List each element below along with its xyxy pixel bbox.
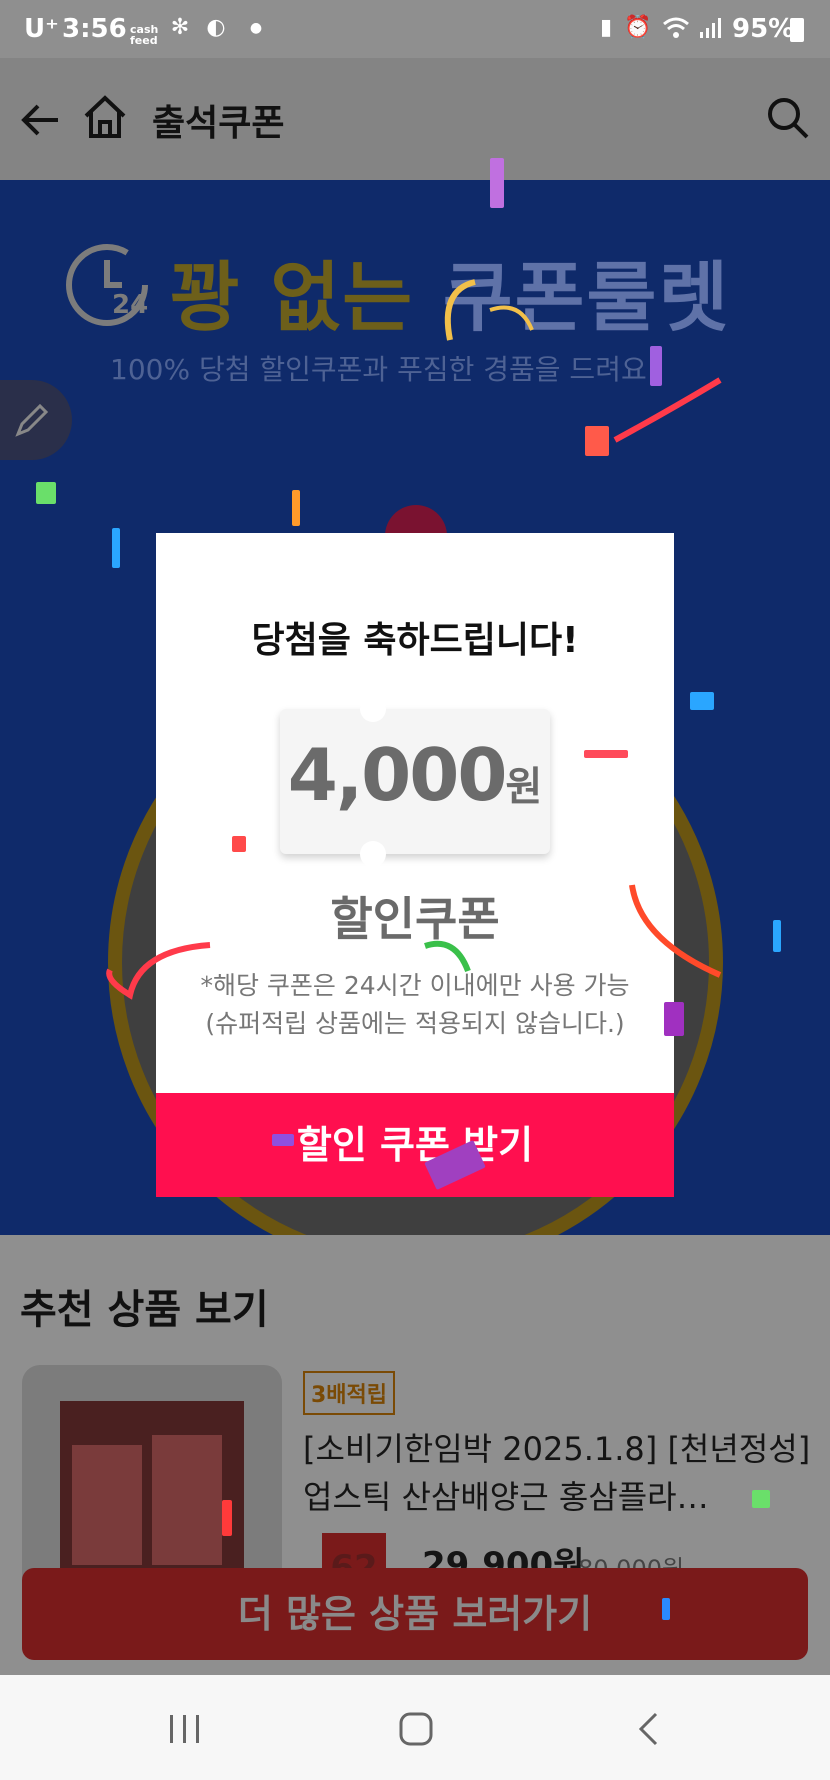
battery-icon xyxy=(790,18,804,42)
back-nav-icon[interactable] xyxy=(636,1711,660,1751)
note-line-2: (슈퍼적립 상품에는 적용되지 않습니다.) xyxy=(205,1009,625,1038)
headline-part1: 꽝 없는 xyxy=(170,253,415,342)
confetti xyxy=(222,1500,232,1536)
pencil-icon xyxy=(12,400,52,444)
app-c-icon: ◐ xyxy=(206,15,226,40)
note-line-1: *해당 쿠폰은 24시간 이내에만 사용 가능 xyxy=(200,971,630,1000)
coupon-note: *해당 쿠폰은 24시간 이내에만 사용 가능 (슈퍼적립 상품에는 적용되지 … xyxy=(156,967,674,1043)
coupon-label: 할인쿠폰 xyxy=(330,892,500,946)
confetti xyxy=(272,1134,294,1146)
confetti xyxy=(584,750,628,758)
wifi-icon xyxy=(662,16,689,40)
streamer xyxy=(613,377,722,443)
streamer xyxy=(424,940,471,973)
streamer xyxy=(444,279,534,341)
battery-percent: 95% xyxy=(732,14,795,44)
edit-fab[interactable] xyxy=(0,380,72,460)
coupon-ticket: 4,000원 xyxy=(280,696,550,867)
streamer xyxy=(106,942,211,1000)
more-products-button[interactable]: 더 많은 상품 보러가기 xyxy=(22,1568,808,1660)
modal-title: 당첨을 축하드립니다! xyxy=(251,620,579,661)
cashfeed-label: cash feed xyxy=(130,23,159,47)
dot-icon: ● xyxy=(249,20,263,36)
confetti xyxy=(752,1490,770,1508)
streamer xyxy=(629,884,722,978)
confetti xyxy=(773,920,781,952)
recent-apps-icon[interactable] xyxy=(168,1713,202,1749)
confetti xyxy=(490,158,504,208)
product-image[interactable] xyxy=(22,1365,282,1595)
signal-icon xyxy=(698,16,722,40)
banner-subtitle: 100% 당첨 할인쿠폰과 푸짐한 경품을 드려요! xyxy=(110,353,658,386)
system-nav-bar xyxy=(0,1675,830,1780)
back-arrow-icon[interactable] xyxy=(18,98,62,146)
section-title: 추천 상품 보기 xyxy=(20,1287,269,1333)
product-title[interactable]: [소비기한임박 2025.1.8] [천년정성] 업스틱 산삼배양근 홍삼플라… xyxy=(303,1425,813,1521)
confetti xyxy=(585,426,609,456)
confetti xyxy=(36,482,56,504)
confetti xyxy=(664,1002,684,1036)
home-button-icon[interactable] xyxy=(398,1711,434,1751)
confetti xyxy=(112,528,120,568)
battery-saver-icon: ▮ xyxy=(599,15,613,40)
clock-badge: 24 xyxy=(112,290,149,320)
page-title: 출석쿠폰 xyxy=(152,103,285,144)
confetti xyxy=(690,692,714,710)
status-bar: U⁺ 3:56 cash feed ✻ ◐ ● ▮ ⏰ 95% xyxy=(0,0,830,58)
coupon-amount: 4,000원 xyxy=(280,733,550,817)
search-icon[interactable] xyxy=(766,96,810,144)
pinwheel-icon: ✻ xyxy=(170,15,190,40)
carrier-label: U⁺ xyxy=(24,14,59,44)
app-header: 출석쿠폰 xyxy=(0,58,830,180)
get-coupon-button[interactable]: 할인 쿠폰 받기 xyxy=(156,1093,674,1197)
alarm-icon: ⏰ xyxy=(624,15,652,40)
win-modal: 당첨을 축하드립니다! 4,000원 할인쿠폰 *해당 쿠폰은 24시간 이내에… xyxy=(156,533,674,1197)
coupon-amount-value: 4,000 xyxy=(287,733,508,817)
status-time: 3:56 xyxy=(62,14,127,44)
reward-badge: 3배적립 xyxy=(303,1371,396,1415)
confetti xyxy=(662,1598,670,1620)
confetti xyxy=(232,836,246,852)
coupon-currency: 원 xyxy=(505,764,543,810)
confetti xyxy=(292,490,300,526)
home-icon[interactable] xyxy=(82,94,128,144)
